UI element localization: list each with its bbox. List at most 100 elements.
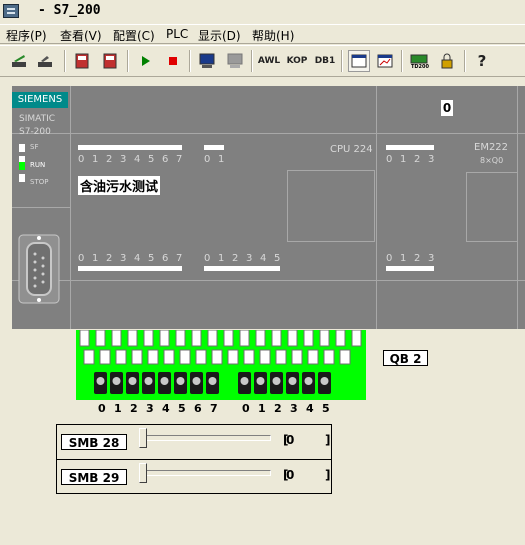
td200-button[interactable]: TD200	[408, 50, 430, 72]
load-db-button[interactable]	[34, 50, 56, 72]
output-bit-number: 5	[178, 402, 186, 415]
td200-icon: TD200	[410, 54, 429, 69]
app-icon	[3, 4, 19, 18]
smb-label: SMB 29	[61, 469, 127, 485]
output-bit-number: 3	[146, 402, 154, 415]
computer-disabled-icon	[227, 53, 243, 68]
bit-label: 2	[106, 253, 113, 264]
output-bit-number: 1	[258, 402, 266, 415]
led-strip	[386, 145, 434, 150]
bit-label: 0	[204, 154, 211, 165]
divider	[12, 133, 525, 134]
bit-label: 3	[120, 253, 127, 264]
smb-label: SMB 28	[61, 434, 127, 450]
output-bit-number: 1	[114, 402, 122, 415]
smb-row: SMB 29 [ 0 ]	[57, 460, 331, 494]
divider	[376, 86, 377, 329]
bit-label: 0	[78, 253, 85, 264]
bit-label: 4	[134, 154, 141, 165]
output-bits-group1: 0 1 2 3 4 5 6 7	[78, 253, 188, 265]
bit-label: 2	[414, 154, 421, 165]
output-bit-number: 2	[130, 402, 138, 415]
smb28-slider-track[interactable]	[139, 435, 271, 441]
bit-label: 3	[120, 154, 127, 165]
bit-label: 1	[400, 154, 407, 165]
kop-button[interactable]: KOP	[286, 50, 308, 72]
output-bit-number: 3	[290, 402, 298, 415]
run-button[interactable]	[134, 50, 156, 72]
window-title: - S7_200	[38, 3, 101, 18]
led-strip	[78, 145, 182, 150]
menu-program[interactable]: 程序(P)	[6, 27, 47, 44]
menu-plc[interactable]: PLC	[166, 27, 188, 41]
output-bit-number: 4	[162, 402, 170, 415]
output-bits-group2: 0 1 2 3 4 5	[204, 253, 286, 265]
monitor-button[interactable]	[196, 50, 218, 72]
bit-label: 1	[400, 253, 407, 264]
load-db-icon	[38, 56, 52, 67]
plc-button-2[interactable]	[99, 50, 121, 72]
smb29-slider-thumb[interactable]	[139, 463, 147, 483]
bit-label: 0	[78, 154, 85, 165]
program-name: 含油污水测试	[78, 176, 161, 195]
menu-view[interactable]: 查看(V)	[60, 27, 102, 44]
run-led	[19, 162, 25, 170]
output-bit-number: 2	[274, 402, 282, 415]
bit-label: 6	[162, 253, 169, 264]
toolbar: AWL KOP DB1 TD200 ?	[0, 45, 525, 77]
state-table-button[interactable]	[348, 50, 370, 72]
title-bar: - S7_200	[0, 0, 525, 24]
bit-label: 3	[428, 154, 435, 165]
plc-icon-2	[103, 53, 117, 69]
smb28-value: 0	[286, 433, 295, 447]
bit-label: 1	[92, 154, 99, 165]
menu-display[interactable]: 显示(D)	[198, 27, 241, 44]
divider	[12, 207, 70, 208]
cpu-label: CPU 224	[330, 144, 373, 155]
bit-label: 4	[260, 253, 267, 264]
bit-label: 1	[218, 253, 225, 264]
run-label: RUN	[30, 161, 46, 169]
bit-label: 5	[148, 253, 155, 264]
bit-label: 3	[428, 253, 435, 264]
monitor-disabled-button[interactable]	[224, 50, 246, 72]
awl-button[interactable]: AWL	[258, 50, 280, 72]
smb29-value-close: ]	[325, 468, 331, 482]
plc-body	[12, 86, 525, 329]
output-bit-number: 5	[322, 402, 330, 415]
bit-label: 0	[204, 253, 211, 264]
input-leds-group1	[78, 145, 182, 151]
svg-text:TD200: TD200	[411, 64, 429, 69]
bit-label: 1	[92, 253, 99, 264]
stop-button[interactable]	[162, 50, 184, 72]
smb-row: SMB 28 [ 0 ]	[57, 425, 331, 460]
smb28-slider-thumb[interactable]	[139, 428, 147, 448]
output-leds-group1	[78, 266, 182, 272]
stop-label: STOP	[30, 178, 49, 186]
cartridge-slot	[287, 170, 375, 242]
output-bit-number: 0	[242, 402, 250, 415]
led-strip	[204, 145, 224, 150]
menu-bar: 程序(P) 查看(V) 配置(C) PLC 显示(D) 帮助(H)	[0, 24, 525, 44]
smb29-value: 0	[286, 468, 295, 482]
menu-config[interactable]: 配置(C)	[113, 27, 155, 44]
smb29-slider-track[interactable]	[139, 470, 271, 476]
bit-label: 2	[414, 253, 421, 264]
em-slot	[466, 172, 518, 242]
em-bits-top: 0 1 2 3	[386, 154, 440, 166]
db1-button[interactable]: DB1	[314, 50, 336, 72]
lock-icon	[441, 53, 453, 69]
sf-label: SF	[30, 143, 39, 151]
bit-label: 3	[246, 253, 253, 264]
plc-button-1[interactable]	[71, 50, 93, 72]
help-button[interactable]: ?	[471, 50, 493, 72]
load-program-button[interactable]	[8, 50, 30, 72]
menu-help[interactable]: 帮助(H)	[252, 27, 294, 44]
input-bits-group1: 0 1 2 3 4 5 6 7	[78, 154, 188, 166]
em-name: EM222	[474, 142, 509, 153]
output-bit-number: 4	[306, 402, 314, 415]
lock-button[interactable]	[436, 50, 458, 72]
chart-window-button[interactable]	[374, 50, 396, 72]
stop-icon	[169, 57, 177, 65]
bit-label: 2	[232, 253, 239, 264]
